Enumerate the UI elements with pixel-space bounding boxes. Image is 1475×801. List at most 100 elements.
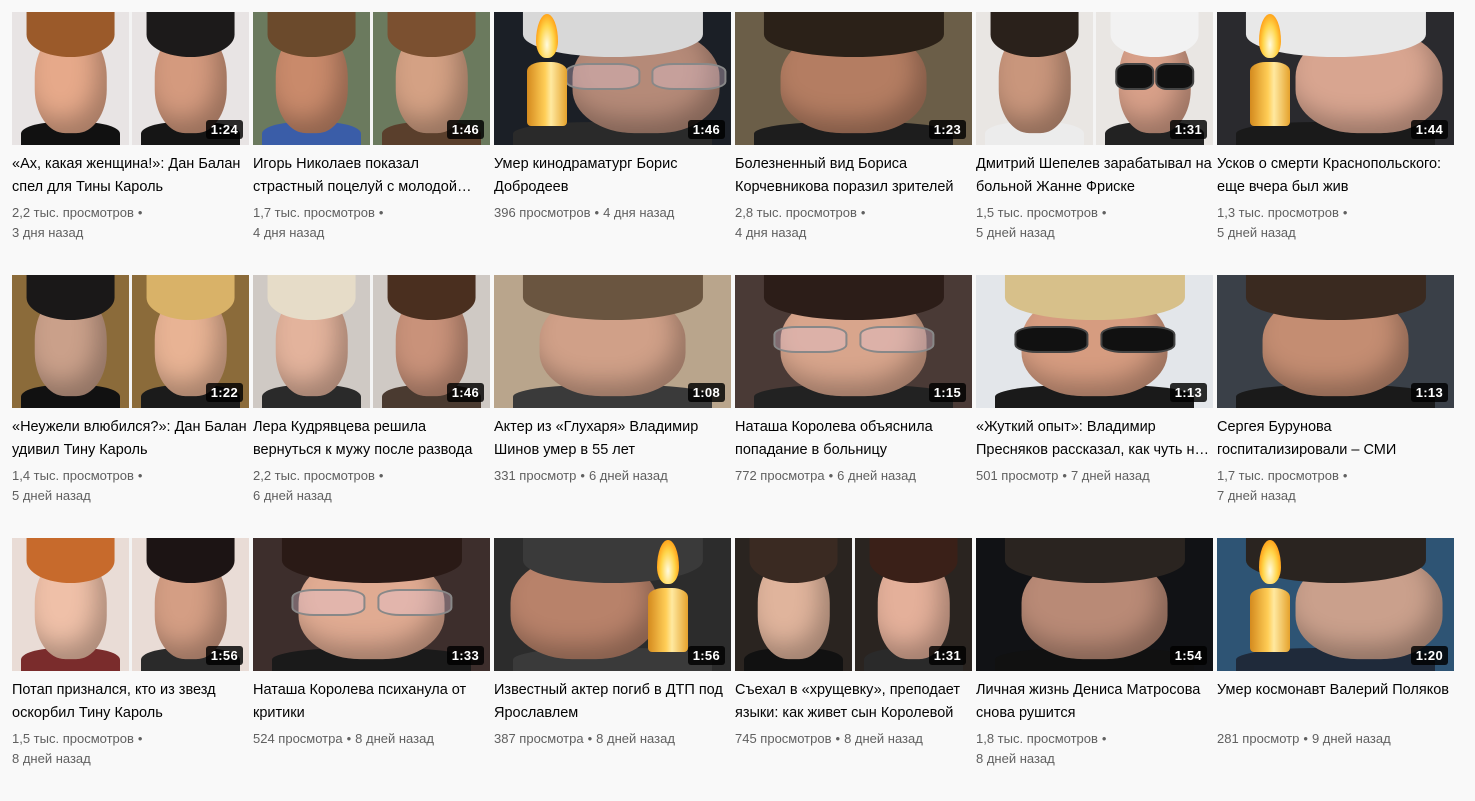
meta-separator: • — [828, 468, 834, 483]
meta-separator: • — [378, 205, 384, 220]
video-thumbnail[interactable]: 1:44 — [1217, 12, 1454, 145]
video-thumbnail[interactable]: 1:31 — [735, 538, 972, 671]
video-duration-badge: 1:56 — [687, 646, 725, 665]
video-card[interactable]: 1:15 Наташа Королева объяснила попадание … — [735, 275, 972, 538]
video-metadata: 745 просмотров • 8 дней назад — [735, 729, 972, 749]
thumbnail-panel — [976, 12, 1093, 145]
video-title[interactable]: Наташа Королева психанула от критики — [253, 679, 490, 725]
video-card[interactable]: 1:20 Умер космонавт Валерий Поляков 281 пр… — [1217, 538, 1454, 801]
video-card[interactable]: 1:31 Дмитрий Шепелев зарабатывал на больн… — [976, 12, 1213, 275]
video-thumbnail[interactable]: 1:13 — [1217, 275, 1454, 408]
video-title[interactable]: Наташа Королева объяснила попадание в бо… — [735, 416, 972, 462]
video-card[interactable]: 1:23 Болезненный вид Бориса Корчевникова … — [735, 12, 972, 275]
upload-age: 4 дня назад — [735, 225, 807, 240]
video-thumbnail[interactable]: 1:23 — [735, 12, 972, 145]
video-card[interactable]: 1:13 Сергея Бурунова госпитализировали – … — [1217, 275, 1454, 538]
thumbnail-hair — [749, 538, 838, 584]
video-card[interactable]: 1:56 Потап признался, кто из звезд оскорб… — [12, 538, 249, 801]
video-card[interactable]: 1:56 Известный актер погиб в ДТП под Ярос… — [494, 538, 731, 801]
candle-body — [527, 62, 568, 127]
meta-separator: • — [835, 731, 841, 746]
video-metadata: 501 просмотр • 7 дней назад — [976, 466, 1213, 486]
video-thumbnail[interactable]: 1:22 — [12, 275, 249, 408]
video-title[interactable]: Игорь Николаев показал страстный поцелуй… — [253, 153, 490, 199]
video-title[interactable]: Умер кинодраматург Борис Добродеев — [494, 153, 731, 199]
video-metadata: 1,3 тыс. просмотров • 5 дней назад — [1217, 203, 1454, 243]
video-duration-badge: 1:44 — [1410, 120, 1448, 139]
video-card[interactable]: 1:31 Съехал в «хрущевку», преподает языки… — [735, 538, 972, 801]
meta-separator: • — [1101, 731, 1107, 746]
video-thumbnail[interactable]: 1:54 — [976, 538, 1213, 671]
video-card[interactable]: 1:54 Личная жизнь Дениса Матросова снова … — [976, 538, 1213, 801]
lens — [1114, 62, 1154, 91]
video-card[interactable]: 1:46 Игорь Николаев показал страстный поц… — [253, 12, 490, 275]
view-count: 772 просмотра — [735, 468, 825, 483]
view-count: 2,8 тыс. просмотров — [735, 205, 857, 220]
video-thumbnail[interactable]: 1:24 — [12, 12, 249, 145]
video-duration-badge: 1:24 — [205, 120, 243, 139]
video-card[interactable]: 1:33 Наташа Королева психанула от критики… — [253, 538, 490, 801]
thumbnail-hair — [1245, 275, 1426, 321]
video-card[interactable]: 1:08 Актер из «Глухаря» Владимир Шинов ум… — [494, 275, 731, 538]
video-title[interactable]: Болезненный вид Бориса Корчевникова пора… — [735, 153, 972, 199]
video-thumbnail[interactable]: 1:33 — [253, 538, 490, 671]
upload-age: 7 дней назад — [1217, 488, 1296, 503]
video-metadata: 1,7 тыс. просмотров • 7 дней назад — [1217, 466, 1454, 506]
video-title[interactable]: Умер космонавт Валерий Поляков — [1217, 679, 1454, 725]
lens — [565, 62, 640, 91]
video-card[interactable]: 1:46 Умер кинодраматург Борис Добродеев 39… — [494, 12, 731, 275]
video-title[interactable]: Потап признался, кто из звезд оскорбил Т… — [12, 679, 249, 725]
video-thumbnail[interactable]: 1:46 — [253, 12, 490, 145]
video-thumbnail[interactable]: 1:15 — [735, 275, 972, 408]
video-title[interactable]: Дмитрий Шепелев зарабатывал на больной Ж… — [976, 153, 1213, 199]
meta-separator: • — [137, 731, 143, 746]
meta-separator: • — [1062, 468, 1067, 483]
video-duration-badge: 1:15 — [928, 383, 966, 402]
video-title[interactable]: Усков о смерти Краснопольского: еще вчер… — [1217, 153, 1454, 199]
lens — [651, 62, 727, 91]
upload-age: 7 дней назад — [1070, 468, 1150, 483]
upload-age: 4 дня назад — [253, 225, 325, 240]
meta-separator: • — [346, 731, 352, 746]
upload-age: 8 дней назад — [355, 731, 434, 746]
meta-separator: • — [137, 468, 143, 483]
candle-flame — [536, 14, 559, 59]
video-title[interactable]: Лера Кудрявцева решила вернуться к мужу … — [253, 416, 490, 462]
candle-body — [1250, 588, 1291, 653]
video-thumbnail[interactable]: 1:20 — [1217, 538, 1454, 671]
video-card[interactable]: 1:22 «Неужели влюбился?»: Дан Балан удиви… — [12, 275, 249, 538]
video-thumbnail[interactable]: 1:46 — [253, 275, 490, 408]
video-thumbnail[interactable]: 1:56 — [494, 538, 731, 671]
thumbnail-hair — [281, 538, 462, 584]
candle-icon — [527, 14, 568, 127]
video-grid: 1:24 «Ах, какая женщина!»: Дан Балан спел… — [12, 12, 1454, 801]
video-thumbnail[interactable]: 1:08 — [494, 275, 731, 408]
thumbnail-hair — [26, 538, 115, 584]
video-title[interactable]: «Жуткий опыт»: Владимир Пресняков расска… — [976, 416, 1213, 462]
video-thumbnail[interactable]: 1:31 — [976, 12, 1213, 145]
view-count: 1,7 тыс. просмотров — [253, 205, 375, 220]
video-card[interactable]: 1:46 Лера Кудрявцева решила вернуться к м… — [253, 275, 490, 538]
lens — [1155, 62, 1195, 91]
video-title[interactable]: Актер из «Глухаря» Владимир Шинов умер в… — [494, 416, 731, 462]
view-count: 1,7 тыс. просмотров — [1217, 468, 1339, 483]
video-title[interactable]: Сергея Бурунова госпитализировали – СМИ — [1217, 416, 1454, 462]
view-count: 1,3 тыс. просмотров — [1217, 205, 1339, 220]
video-thumbnail[interactable]: 1:13 — [976, 275, 1213, 408]
video-thumbnail[interactable]: 1:46 — [494, 12, 731, 145]
video-title[interactable]: Личная жизнь Дениса Матросова снова руши… — [976, 679, 1213, 725]
video-duration-badge: 1:31 — [1169, 120, 1207, 139]
meta-separator: • — [1303, 731, 1308, 746]
video-card[interactable]: 1:24 «Ах, какая женщина!»: Дан Балан спел… — [12, 12, 249, 275]
video-card[interactable]: 1:44 Усков о смерти Краснопольского: еще … — [1217, 12, 1454, 275]
video-card[interactable]: 1:13 «Жуткий опыт»: Владимир Пресняков ра… — [976, 275, 1213, 538]
video-title[interactable]: «Ах, какая женщина!»: Дан Балан спел для… — [12, 153, 249, 199]
thumbnail-hair — [387, 12, 476, 58]
video-title[interactable]: Съехал в «хрущевку», преподает языки: ка… — [735, 679, 972, 725]
video-title[interactable]: «Неужели влюбился?»: Дан Балан удивил Ти… — [12, 416, 249, 462]
lens — [1100, 325, 1176, 354]
video-metadata: 1,5 тыс. просмотров • 8 дней назад — [12, 729, 249, 769]
video-title[interactable]: Известный актер погиб в ДТП под Ярославл… — [494, 679, 731, 725]
video-metadata: 1,5 тыс. просмотров • 5 дней назад — [976, 203, 1213, 243]
video-thumbnail[interactable]: 1:56 — [12, 538, 249, 671]
